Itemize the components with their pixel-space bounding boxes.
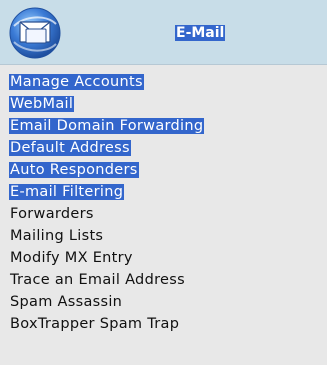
menu-item-label[interactable]: Forwarders [9, 206, 95, 222]
menu-item-label[interactable]: Trace an Email Address [9, 272, 186, 288]
menu-item-webmail[interactable]: WebMail [9, 94, 204, 116]
menu-item-forwarders[interactable]: Forwarders [9, 204, 204, 226]
menu-item-boxtrapper-spam-trap[interactable]: BoxTrapper Spam Trap [9, 314, 204, 336]
menu-item-label[interactable]: Modify MX Entry [9, 250, 134, 266]
menu-item-label[interactable]: Default Address [9, 140, 131, 156]
email-panel: E-Mail Manage Accounts WebMail Email Dom… [0, 0, 327, 365]
section-title: E-Mail [175, 25, 226, 41]
menu-item-label[interactable]: WebMail [9, 96, 75, 112]
menu-item-label[interactable]: BoxTrapper Spam Trap [9, 316, 180, 332]
menu-item-spam-assassin[interactable]: Spam Assassin [9, 292, 204, 314]
email-header: E-Mail [0, 0, 327, 65]
menu-item-label[interactable]: Spam Assassin [9, 294, 123, 310]
email-globe-icon [6, 4, 64, 62]
email-menu: Manage Accounts WebMail Email Domain For… [9, 72, 205, 336]
menu-item-auto-responders[interactable]: Auto Responders [9, 160, 204, 182]
menu-item-label[interactable]: Email Domain Forwarding [9, 118, 205, 134]
menu-item-default-address[interactable]: Default Address [9, 138, 204, 160]
menu-item-label[interactable]: Manage Accounts [9, 74, 144, 90]
menu-item-manage-accounts[interactable]: Manage Accounts [9, 72, 204, 94]
menu-item-modify-mx-entry[interactable]: Modify MX Entry [9, 248, 204, 270]
menu-item-mailing-lists[interactable]: Mailing Lists [9, 226, 204, 248]
menu-item-email-domain-forwarding[interactable]: Email Domain Forwarding [9, 116, 205, 138]
menu-item-label[interactable]: Auto Responders [9, 162, 139, 178]
menu-item-email-filtering[interactable]: E-mail Filtering [9, 182, 204, 204]
menu-item-label[interactable]: Mailing Lists [9, 228, 104, 244]
menu-item-label[interactable]: E-mail Filtering [9, 184, 125, 200]
menu-item-trace-email-address[interactable]: Trace an Email Address [9, 270, 204, 292]
